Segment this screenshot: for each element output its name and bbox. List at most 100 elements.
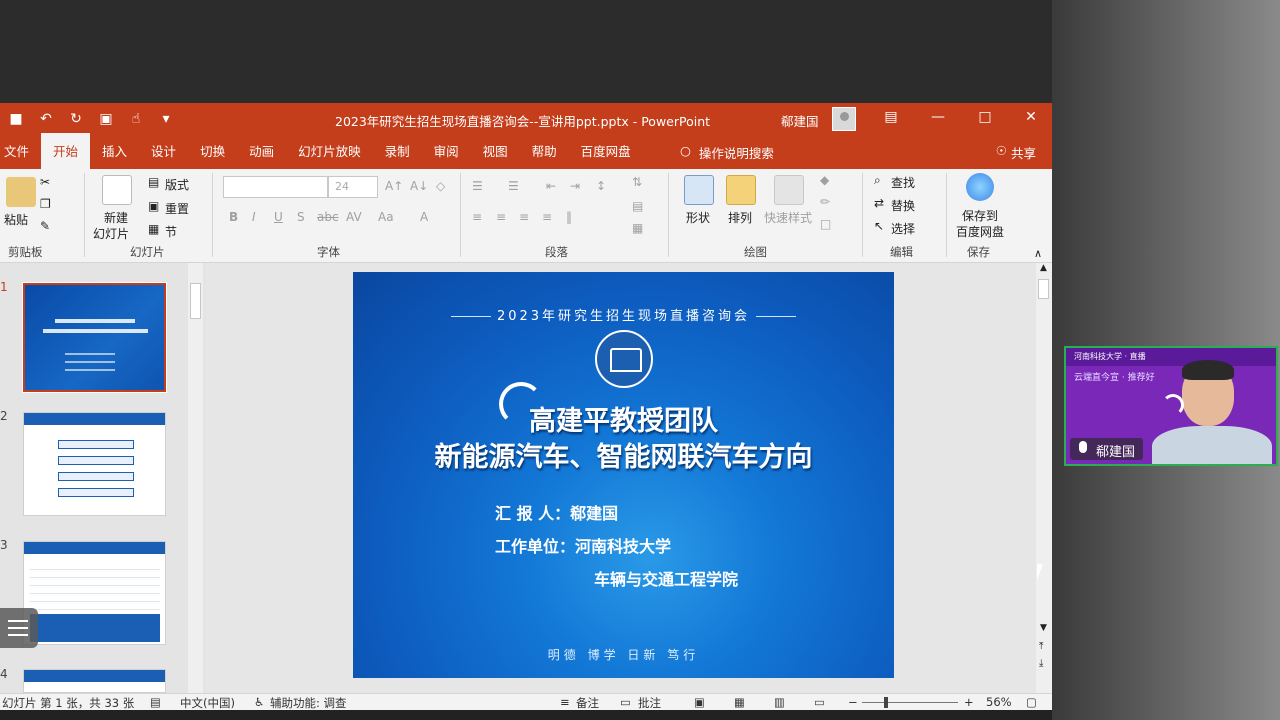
minimize-icon[interactable]: — bbox=[928, 109, 948, 125]
find-button[interactable]: 查找 bbox=[891, 174, 915, 191]
decrease-font-icon[interactable]: A↓ bbox=[410, 179, 428, 193]
align-text-icon[interactable]: ▤ bbox=[632, 199, 643, 213]
find-icon[interactable]: ⌕ bbox=[874, 173, 881, 188]
next-slide-icon[interactable]: ⤓ bbox=[1039, 658, 1043, 669]
paste-icon[interactable] bbox=[6, 177, 36, 207]
change-case-icon[interactable]: Aa bbox=[378, 210, 394, 224]
slide-thumbnail-4[interactable] bbox=[23, 669, 166, 693]
align-left-icon[interactable]: ≡ bbox=[472, 210, 482, 224]
increase-font-icon[interactable]: A↑ bbox=[385, 179, 403, 193]
touch-mode-icon[interactable]: ☝ bbox=[128, 111, 144, 127]
maximize-icon[interactable]: □ bbox=[975, 109, 995, 125]
shapes-button[interactable]: 形状 bbox=[686, 209, 710, 226]
tab-home[interactable]: 开始 bbox=[41, 133, 91, 169]
new-slide-label-2[interactable]: 幻灯片 bbox=[93, 225, 129, 242]
slideshow-view-icon[interactable]: ▭ bbox=[814, 695, 825, 709]
tab-insert[interactable]: 插入 bbox=[90, 141, 139, 169]
slide-sorter-icon[interactable]: ▦ bbox=[734, 695, 745, 709]
format-painter-icon[interactable]: ✎ bbox=[40, 219, 50, 233]
shape-outline-icon[interactable]: ✏ bbox=[820, 195, 830, 209]
tab-baidu-netdisk[interactable]: 百度网盘 bbox=[569, 141, 643, 169]
justify-icon[interactable]: ≡ bbox=[542, 210, 552, 224]
font-name-combo[interactable] bbox=[223, 176, 328, 198]
undo-icon[interactable]: ↶ bbox=[38, 111, 54, 127]
shape-fill-icon[interactable]: ◆ bbox=[820, 173, 829, 187]
user-name[interactable]: 郗建国 bbox=[781, 111, 819, 130]
previous-slide-icon[interactable]: ⤒ bbox=[1039, 641, 1043, 652]
quick-styles-icon[interactable] bbox=[774, 175, 804, 205]
spacing-icon[interactable]: AV bbox=[346, 210, 362, 224]
arrange-icon[interactable] bbox=[726, 175, 756, 205]
smartart-icon[interactable]: ▦ bbox=[632, 221, 643, 235]
tab-review[interactable]: 审阅 bbox=[422, 141, 471, 169]
line-spacing-icon[interactable]: ↕ bbox=[596, 179, 606, 193]
tab-file[interactable]: 文件 bbox=[0, 141, 41, 169]
new-slide-icon[interactable] bbox=[102, 175, 132, 205]
tab-view[interactable]: 视图 bbox=[471, 141, 520, 169]
scroll-down-icon[interactable]: ▼ bbox=[1040, 623, 1047, 633]
zoom-slider[interactable] bbox=[862, 702, 958, 703]
save-to-label-2[interactable]: 百度网盘 bbox=[956, 223, 1004, 240]
bullets-icon[interactable]: ☰ bbox=[472, 179, 483, 193]
zoom-level[interactable]: 56% bbox=[986, 695, 1012, 709]
scroll-up-icon[interactable]: ▲ bbox=[1040, 263, 1047, 273]
font-color-icon[interactable]: A bbox=[420, 210, 428, 224]
paste-label[interactable]: 粘贴 bbox=[4, 211, 28, 228]
columns-icon[interactable]: ‖ bbox=[566, 210, 572, 224]
tab-record[interactable]: 录制 bbox=[373, 141, 422, 169]
copy-icon[interactable]: ❐ bbox=[40, 197, 51, 211]
layout-button[interactable]: 版式 bbox=[165, 176, 189, 193]
presenter-video-window[interactable]: 河南科技大学 · 直播 云端直今宣 · 推荐好 郗建国 bbox=[1064, 346, 1278, 466]
quick-styles-button[interactable]: 快速样式 bbox=[764, 209, 812, 226]
spellcheck-icon[interactable]: ▤ bbox=[150, 695, 161, 709]
shape-effects-icon[interactable]: □ bbox=[820, 217, 831, 231]
scrollbar-thumb[interactable] bbox=[190, 283, 201, 319]
overlay-menu-button[interactable] bbox=[0, 608, 38, 648]
tab-help[interactable]: 帮助 bbox=[520, 141, 569, 169]
decrease-indent-icon[interactable]: ⇤ bbox=[546, 179, 556, 193]
slide-scrollbar[interactable]: ▲ ▼ ⤒ ⤓ bbox=[1036, 263, 1052, 693]
slide-thumbnail-2[interactable] bbox=[23, 412, 166, 516]
shapes-icon[interactable] bbox=[684, 175, 714, 205]
normal-view-icon[interactable]: ▣ bbox=[694, 695, 705, 709]
bold-icon[interactable]: B bbox=[229, 210, 238, 224]
reset-icon[interactable]: ▣ bbox=[148, 199, 159, 213]
tell-me-search[interactable]: ○ 操作说明搜索 bbox=[680, 143, 774, 162]
zoom-out-icon[interactable]: − bbox=[848, 695, 858, 709]
notes-button[interactable]: 备注 bbox=[576, 695, 599, 710]
fit-slide-icon[interactable]: ▢ bbox=[1026, 695, 1037, 709]
clear-format-icon[interactable]: ◇ bbox=[436, 179, 445, 193]
italic-icon[interactable]: I bbox=[252, 210, 256, 224]
replace-button[interactable]: 替换 bbox=[891, 197, 915, 214]
current-slide[interactable]: 2023年研究生招生现场直播咨询会 高建平教授团队 新能源汽车、智能网联汽车方向… bbox=[353, 272, 894, 678]
zoom-in-icon[interactable]: + bbox=[964, 695, 974, 709]
arrange-button[interactable]: 排列 bbox=[728, 209, 752, 226]
accessibility-status[interactable]: 辅助功能: 调查 bbox=[270, 695, 347, 710]
comments-button[interactable]: 批注 bbox=[638, 695, 661, 710]
new-slide-label[interactable]: 新建 bbox=[104, 209, 128, 226]
ribbon-display-icon[interactable]: ▤ bbox=[881, 109, 901, 125]
tab-animations[interactable]: 动画 bbox=[237, 141, 286, 169]
strikethrough-icon[interactable]: abc bbox=[317, 210, 339, 224]
tab-design[interactable]: 设计 bbox=[139, 141, 188, 169]
select-icon[interactable]: ↖ bbox=[874, 219, 884, 233]
slide-thumbnail-3[interactable] bbox=[23, 541, 166, 645]
present-icon[interactable]: ▣ bbox=[98, 111, 114, 127]
redo-icon[interactable]: ↻ bbox=[68, 111, 84, 127]
section-button[interactable]: 节 bbox=[165, 223, 177, 240]
replace-icon[interactable]: ⇄ bbox=[874, 196, 884, 210]
cut-icon[interactable]: ✂ bbox=[40, 175, 50, 189]
close-icon[interactable]: ✕ bbox=[1021, 109, 1041, 125]
tab-slideshow[interactable]: 幻灯片放映 bbox=[286, 141, 373, 169]
font-size-combo[interactable]: 24 bbox=[328, 176, 378, 198]
baidu-netdisk-icon[interactable] bbox=[966, 173, 994, 201]
underline-icon[interactable]: U bbox=[274, 210, 283, 224]
align-center-icon[interactable]: ≡ bbox=[496, 210, 506, 224]
layout-icon[interactable]: ▤ bbox=[148, 175, 159, 189]
increase-indent-icon[interactable]: ⇥ bbox=[570, 179, 580, 193]
numbering-icon[interactable]: ☰ bbox=[508, 179, 519, 193]
avatar[interactable] bbox=[832, 107, 856, 131]
select-button[interactable]: 选择 bbox=[891, 220, 915, 237]
scrollbar-thumb[interactable] bbox=[1038, 279, 1049, 299]
section-icon[interactable]: ▦ bbox=[148, 222, 159, 236]
